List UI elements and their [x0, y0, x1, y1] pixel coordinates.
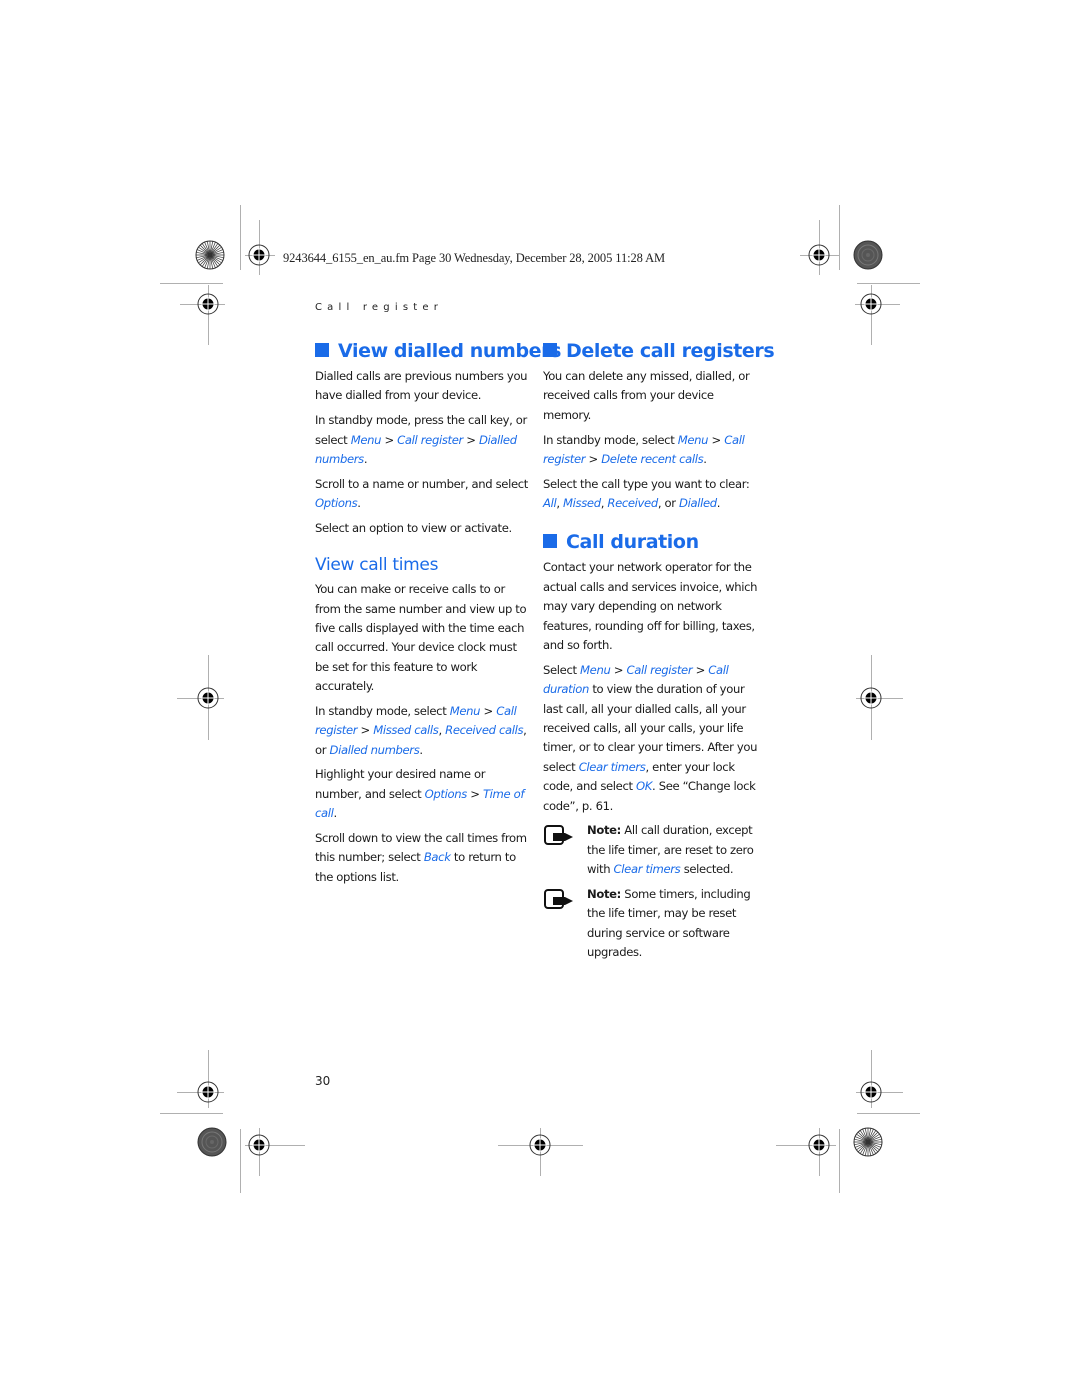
registration-mark-icon	[808, 1134, 830, 1156]
note-block: Note: Some timers, including the life ti…	[543, 885, 758, 963]
sunburst-mark-icon	[853, 1127, 883, 1157]
registration-mark-icon	[529, 1134, 551, 1156]
registration-mark-icon	[860, 687, 882, 709]
menu-path-link[interactable]: Options	[315, 496, 358, 510]
paragraph: You can delete any missed, dialled, or r…	[543, 369, 750, 422]
menu-path-link[interactable]: Dialled	[679, 496, 717, 510]
menu-path-link[interactable]: Received	[607, 496, 658, 510]
note-block: Note: All call duration, except the life…	[543, 821, 758, 879]
running-section-label: Call register	[315, 302, 444, 313]
registration-mark-icon	[197, 687, 219, 709]
registration-mark-icon	[248, 244, 270, 266]
crop-line	[160, 1113, 223, 1114]
menu-path-link[interactable]: Call register	[397, 433, 463, 447]
crop-line	[160, 283, 223, 284]
registration-mark-icon	[860, 1081, 882, 1103]
registration-mark-icon	[197, 1081, 219, 1103]
menu-path-link[interactable]: Missed calls	[373, 723, 439, 737]
section-heading: Delete call registers	[543, 338, 775, 364]
paragraph: Highlight your desired name or number, a…	[315, 767, 525, 821]
call-duration-section: Call duration Contact your network opera…	[543, 529, 758, 962]
dark-disc-mark-icon	[853, 240, 883, 270]
menu-path-link[interactable]: Clear timers	[579, 760, 646, 774]
menu-path-link[interactable]: Menu	[450, 704, 481, 718]
menu-path-link[interactable]: Menu	[678, 433, 709, 447]
paragraph: Select the call type you want to clear: …	[543, 476, 750, 511]
view-call-times-section: View call times You can make or receive …	[315, 552, 530, 887]
registration-mark-icon	[197, 293, 219, 315]
paragraph: You can make or receive calls to or from…	[315, 582, 527, 694]
dark-disc-mark-icon	[197, 1127, 227, 1157]
registration-mark-icon	[248, 1134, 270, 1156]
crop-line	[839, 1129, 840, 1193]
menu-path-link[interactable]: Missed	[563, 496, 601, 510]
paragraph: Select Menu > Call register > Call durat…	[543, 662, 758, 813]
delete-call-registers-section: Delete call registers You can delete any…	[543, 338, 775, 513]
menu-path-link[interactable]: Dialled numbers	[330, 743, 420, 757]
square-bullet-icon	[543, 343, 557, 357]
note-hand-icon	[544, 888, 573, 909]
note-hand-icon	[544, 825, 573, 846]
menu-path-link[interactable]: Back	[424, 850, 451, 864]
subsection-heading: View call times	[315, 555, 439, 576]
paragraph: In standby mode, select Menu > Call regi…	[315, 703, 527, 757]
menu-path-link[interactable]: Received calls	[445, 723, 523, 737]
menu-path-link[interactable]: All	[543, 496, 557, 510]
menu-path-link[interactable]: Menu	[580, 663, 611, 677]
registration-mark-icon	[860, 293, 882, 315]
page-number: 30	[315, 1074, 331, 1088]
registration-mark-icon	[808, 244, 830, 266]
right-column: Delete call registers You can delete any…	[543, 338, 775, 968]
section-heading: View dialled numbers	[315, 338, 561, 364]
paragraph: Scroll down to view the call times from …	[315, 830, 527, 884]
section-heading: Call duration	[543, 529, 758, 555]
file-meta-header: 9243644_6155_en_au.fm Page 30 Wednesday,…	[283, 251, 666, 265]
note-paragraph: Note: Some timers, including the life ti…	[587, 886, 751, 960]
paragraph: Dialled calls are previous numbers you h…	[315, 369, 528, 403]
paragraph: In standby mode, select Menu > Call regi…	[543, 432, 745, 466]
square-bullet-icon	[543, 534, 557, 549]
menu-path-link[interactable]: Delete recent calls	[601, 452, 703, 466]
view-dialled-numbers-section: View dialled numbers Dialled calls are p…	[315, 338, 561, 538]
square-bullet-icon	[315, 343, 329, 357]
menu-path-link[interactable]: Menu	[351, 433, 382, 447]
paragraph: Scroll to a name or number, and select O…	[315, 476, 528, 511]
crop-line	[240, 1129, 241, 1193]
paragraph: In standby mode, press the call key, or …	[315, 413, 527, 466]
paragraph: Select an option to view or activate.	[315, 520, 512, 535]
left-column: View dialled numbers Dialled calls are p…	[315, 338, 561, 892]
crop-line	[240, 205, 241, 270]
menu-path-link[interactable]: Options	[425, 787, 468, 801]
crop-line	[857, 1113, 920, 1114]
sunburst-mark-icon	[195, 240, 225, 270]
note-paragraph: Note: All call duration, except the life…	[587, 823, 754, 877]
menu-path-link[interactable]: Clear timers	[614, 862, 681, 876]
menu-path-link[interactable]: Call register	[627, 663, 693, 677]
crop-line	[839, 205, 840, 270]
crop-line	[857, 283, 920, 284]
menu-path-link[interactable]: OK	[636, 779, 652, 793]
paragraph: Contact your network operator for the ac…	[543, 560, 758, 653]
